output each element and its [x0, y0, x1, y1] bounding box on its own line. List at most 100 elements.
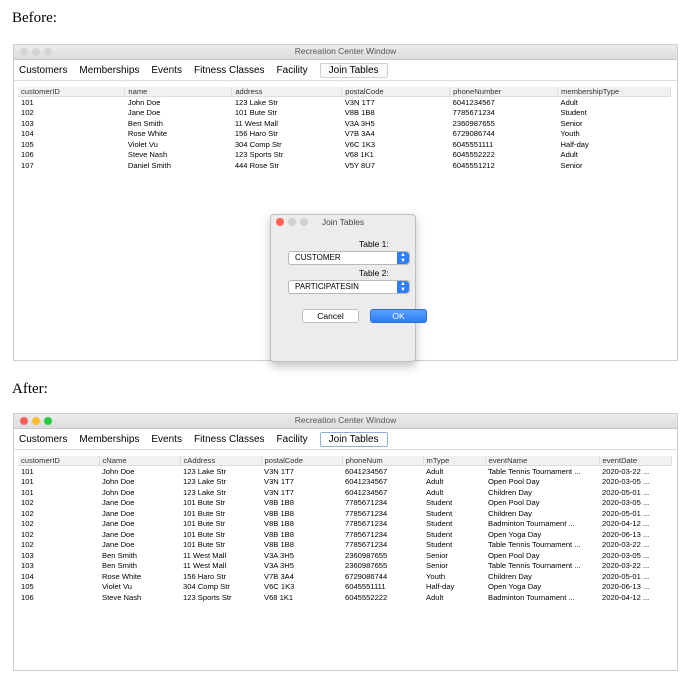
- table-cell: 6045551111: [452, 139, 494, 149]
- column-header[interactable]: cAddress: [180, 456, 262, 466]
- table-cell: V3N 1T7: [264, 466, 294, 476]
- table-cell: 6729086744: [452, 129, 495, 139]
- table-row[interactable]: 102 Jane Doe 101 Bute Str V8B 1B8 7785671234…: [18, 498, 671, 509]
- column-header[interactable]: eventDate: [599, 456, 672, 466]
- column-header[interactable]: postalCode: [341, 87, 451, 97]
- column-header[interactable]: postalCode: [261, 456, 343, 466]
- table-cell: 2020-03-05 ...: [602, 498, 650, 508]
- table-cell: Half-day: [426, 582, 455, 592]
- table-row[interactable]: 102 Jane Doe 101 Bute Str V8B 1B8 7785671234…: [18, 540, 671, 551]
- column-header[interactable]: phoneNumber: [449, 87, 559, 97]
- table-cell: 444 Rose Str: [234, 160, 280, 170]
- table-row[interactable]: 102 Jane Doe 101 Bute Str V8B 1B8 7785671234…: [18, 529, 671, 540]
- table-cell: Senior: [426, 561, 448, 571]
- menu-memberships[interactable]: Memberships: [79, 434, 139, 445]
- table-cell: 123 Lake Str: [183, 487, 227, 497]
- column-header[interactable]: customerID: [18, 456, 100, 466]
- before-label: Before:: [12, 10, 57, 26]
- table-row[interactable]: 103 Ben Smith 11 West Mall V3A 3H5 236098765…: [18, 550, 671, 561]
- table-row[interactable]: 103 Ben Smith 11 West Mall V3A 3H5 236098765…: [18, 118, 671, 129]
- table-cell: 2020-05-01 ...: [602, 487, 650, 497]
- table-cell: 101 Bute Str: [183, 529, 226, 539]
- column-header[interactable]: phoneNum: [342, 456, 424, 466]
- table-cell: Open Pool Day: [488, 477, 540, 487]
- table-cell: V3N 1T7: [344, 97, 375, 107]
- table-cell: 107: [21, 160, 34, 170]
- table-row[interactable]: 101 John Doe 123 Lake Str V3N 1T7 6041234567…: [18, 466, 671, 477]
- table-cell: John Doe: [127, 97, 161, 107]
- menu-fitness-classes[interactable]: Fitness Classes: [194, 434, 265, 445]
- table-cell: John Doe: [102, 466, 135, 476]
- table-cell: V8B 1B8: [264, 508, 294, 518]
- select-arrows-icon: ▲ ▼: [397, 281, 409, 293]
- column-header[interactable]: customerID: [18, 87, 126, 97]
- table-cell: 103: [21, 550, 34, 560]
- table1-select[interactable]: CUSTOMER ▲ ▼: [288, 251, 410, 265]
- table-row[interactable]: 103 Ben Smith 11 West Mall V3A 3H5 236098765…: [18, 561, 671, 572]
- table-cell: 101 Bute Str: [183, 508, 226, 518]
- table-row[interactable]: 102 Jane Doe 101 Bute Str V8B 1B8 7785671234…: [18, 519, 671, 530]
- table-cell: 6045551111: [345, 582, 386, 592]
- table-cell: Badminton Tournament ...: [488, 519, 575, 529]
- table-cell: 6041234567: [345, 466, 388, 476]
- table-cell: Violet Vu: [127, 139, 158, 149]
- menu-memberships[interactable]: Memberships: [79, 65, 139, 76]
- cancel-button[interactable]: Cancel: [302, 309, 359, 323]
- before-window: Recreation Center Window Customers Membe…: [13, 44, 678, 362]
- table-cell: 123 Sports Str: [183, 592, 232, 602]
- column-header[interactable]: eventName: [485, 456, 600, 466]
- dialog-titlebar: Join Tables: [271, 215, 415, 229]
- table-cell: 7785671234: [452, 108, 495, 118]
- menu-customers[interactable]: Customers: [19, 434, 67, 445]
- column-header[interactable]: name: [124, 87, 233, 97]
- menu-customers[interactable]: Customers: [19, 65, 67, 76]
- table2-select[interactable]: PARTICIPATESIN ▲ ▼: [288, 280, 410, 294]
- column-header[interactable]: cName: [99, 456, 181, 466]
- table-row[interactable]: 106 Steve Nash 123 Sports Str V68 1K1 604555…: [18, 592, 671, 603]
- table-cell: 2360987655: [345, 561, 388, 571]
- table-row[interactable]: 101 John Doe 123 Lake Str V3N 1T7 6041234567…: [18, 97, 671, 108]
- table-row[interactable]: 102 Jane Doe 101 Bute Str V8B 1B8 7785671234…: [18, 508, 671, 519]
- table-cell: 7785671234: [345, 540, 388, 550]
- table-row[interactable]: 107 Daniel Smith 444 Rose Str V5Y 8U7 604555…: [18, 160, 671, 171]
- table-cell: Open Pool Day: [488, 550, 540, 560]
- table-cell: 104: [21, 129, 34, 139]
- table-cell: 101 Bute Str: [234, 108, 278, 118]
- table-row[interactable]: 105 Violet Vu 304 Comp Str V6C 1K3 604555111…: [18, 582, 671, 593]
- table-cell: 105: [21, 582, 34, 592]
- table-cell: 2020-04-12 ...: [602, 519, 650, 529]
- table-cell: V68 1K1: [264, 592, 294, 602]
- table-cell: Jane Doe: [102, 540, 135, 550]
- table-cell: Ben Smith: [127, 118, 163, 128]
- table-cell: 101 Bute Str: [183, 498, 226, 508]
- column-header[interactable]: mType: [423, 456, 486, 466]
- table-cell: 123 Lake Str: [234, 97, 278, 107]
- table-cell: Table Tennis Tournament ...: [488, 540, 581, 550]
- menu-facility[interactable]: Facility: [277, 65, 308, 76]
- table-cell: Adult: [426, 477, 444, 487]
- table-cell: V3N 1T7: [264, 487, 294, 497]
- menu-facility[interactable]: Facility: [277, 434, 308, 445]
- table-row[interactable]: 105 Violet Vu 304 Comp Str V6C 1K3 604555111…: [18, 139, 671, 150]
- table-cell: V6C 1K3: [264, 582, 295, 592]
- table-cell: 2020-03-05 ...: [602, 477, 650, 487]
- menu-join-tables[interactable]: Join Tables: [319, 431, 388, 447]
- table-cell: 101: [21, 97, 34, 107]
- table-row[interactable]: 101 John Doe 123 Lake Str V3N 1T7 6041234567…: [18, 487, 671, 498]
- table-cell: Jane Doe: [102, 508, 135, 518]
- table-row[interactable]: 104 Rose White 156 Haro Str V7B 3A4 67290867…: [18, 129, 671, 140]
- ok-button[interactable]: OK: [370, 309, 427, 323]
- table-cell: Student: [560, 108, 587, 118]
- column-header[interactable]: address: [231, 87, 343, 97]
- column-header[interactable]: membershipType: [557, 87, 671, 97]
- table-cell: V7B 3A4: [344, 129, 375, 139]
- table-row[interactable]: 101 John Doe 123 Lake Str V3N 1T7 6041234567…: [18, 477, 671, 488]
- table-row[interactable]: 106 Steve Nash 123 Sports Str V68 1K1 604555…: [18, 150, 671, 161]
- menu-join-tables[interactable]: Join Tables: [319, 62, 388, 78]
- table-row[interactable]: 102 Jane Doe 101 Bute Str V8B 1B8 7785671234…: [18, 108, 671, 119]
- menu-events[interactable]: Events: [151, 434, 182, 445]
- customer-table: customerID name address postalCode phoneNumb…: [18, 87, 671, 171]
- menu-events[interactable]: Events: [151, 65, 182, 76]
- table-row[interactable]: 104 Rose White 156 Haro Str V7B 3A4 67290867…: [18, 571, 671, 582]
- menu-fitness-classes[interactable]: Fitness Classes: [194, 65, 265, 76]
